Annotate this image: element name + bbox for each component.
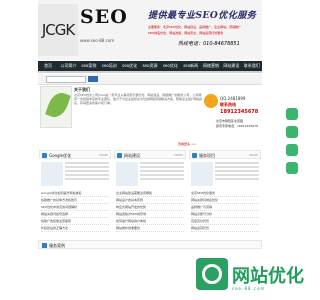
nav-item[interactable]: seo培训 xyxy=(99,61,119,71)
logo-seo[interactable]: SEO xyxy=(80,6,128,28)
search-strip xyxy=(38,74,262,85)
header-hotline: 热线电话：010-84678851 xyxy=(178,41,240,47)
list-item[interactable]: 企业网站建设需要注意哪些 xyxy=(116,190,184,197)
search-button[interactable] xyxy=(88,76,98,82)
about-more-link[interactable]: 查看更多 >> xyxy=(178,142,196,146)
section-title: 服务项目 xyxy=(199,153,215,158)
section-icon xyxy=(192,153,197,158)
header-subline-1: 主要服务：北京SEO优化，网站建设，品牌推广，企业网站，营销推广 xyxy=(148,25,242,29)
list-item[interactable]: 响应式网站开发的优势 xyxy=(116,204,184,211)
section-header: Google优化 MORE xyxy=(39,150,111,159)
floating-phone-button[interactable] xyxy=(286,144,298,156)
cases-title: 服务案例 xyxy=(49,243,65,248)
header-slogan: 提供最专业SEO优化服务 xyxy=(148,11,257,21)
main-nav: 首页 公司简介 seo案例 seo培训 seo优化 seo资源 seo优化 se… xyxy=(38,61,262,71)
nav-item[interactable]: seo新闻 xyxy=(181,61,201,71)
section-icon xyxy=(42,153,47,158)
floating-qq-button[interactable] xyxy=(286,108,298,120)
nav-item[interactable]: seo案例 xyxy=(79,61,99,71)
about-text: 北京SEO优化公司JCGK是一家专业从事搜索引擎优化、网站建设、网络推广的服务公… xyxy=(74,93,204,105)
section-list: Google优化如何提升网站排名 谷歌推广的具体方法和技巧 SEO优化中常见的问… xyxy=(41,190,109,232)
nav-item[interactable]: 网络营销 xyxy=(201,61,221,71)
section-header: 网站建设 MORE xyxy=(114,150,186,159)
list-item[interactable]: SEO优化中常见的问题解析 xyxy=(41,204,109,211)
list-item[interactable]: 网站运营托管 xyxy=(191,225,259,232)
phone-title: 联系热线 xyxy=(220,102,236,107)
section-icon xyxy=(42,243,47,248)
nav-item[interactable]: seo优化 xyxy=(160,61,180,71)
contact-expert: 顾问专家电话：18912345678 xyxy=(216,124,258,128)
section-title: Google优化 xyxy=(49,153,72,158)
section-website: 网站建设 MORE 企业网站建设需要注意哪些 网站设计的基本原则 响应式网站开发… xyxy=(114,150,186,240)
list-item[interactable]: Google优化如何提升网站排名 xyxy=(41,190,109,197)
list-item[interactable]: 百度竞价托管 xyxy=(191,218,259,225)
floating-top-button[interactable] xyxy=(286,162,298,174)
floating-wechat-button[interactable] xyxy=(286,126,298,138)
page: JCGK SEO www.seo-88.com 提供最专业SEO优化服务 主要服… xyxy=(38,0,262,300)
watermark-subtext: seo-88.com xyxy=(232,286,266,291)
list-item[interactable]: 网站维护的重要性 xyxy=(116,225,184,232)
qq-number: QQ:2481899 xyxy=(220,96,246,101)
section-list: 企业网站建设需要注意哪些 网站设计的基本原则 响应式网站开发的优势 网站改版对S… xyxy=(116,190,184,232)
logo-url: www.seo-88.com xyxy=(80,38,115,43)
list-item[interactable]: 网站改版对SEO的影响 xyxy=(116,211,184,218)
nav-item[interactable]: 首页 xyxy=(38,61,58,71)
section-icon xyxy=(117,153,122,158)
list-item[interactable]: 网站关键词如何选择 xyxy=(41,211,109,218)
nav-item[interactable]: seo优化 xyxy=(119,61,139,71)
section-image xyxy=(41,162,63,186)
cases-header: 服务案例 xyxy=(38,240,262,249)
phone-number: 18912345678 xyxy=(220,109,259,115)
list-item[interactable]: 网站关键词排名优化 xyxy=(191,197,259,204)
nav-item[interactable]: 公司简介 xyxy=(58,61,78,71)
list-item[interactable]: 谷歌推广的具体方法和技巧 xyxy=(41,197,109,204)
list-item[interactable]: 网站设计的基本原则 xyxy=(116,197,184,204)
header-subline-2: PRO排名优化，网站改版，网站安全，网站运营托管服务 xyxy=(148,31,224,35)
nav-item[interactable]: 网站建设 xyxy=(221,61,241,71)
watermark-logo-icon xyxy=(196,258,228,290)
watermark-text: 网站优化 xyxy=(232,266,304,287)
section-google: Google优化 MORE Google优化如何提升网站排名 谷歌推广的具体方法… xyxy=(39,150,111,240)
section-title: 网站建设 xyxy=(124,153,140,158)
about-image xyxy=(40,86,72,128)
contact-address: 北京市朝阳区北苑路 xyxy=(216,119,244,123)
section-list: 北京SEO优化服务 网站关键词排名优化 品牌推广与营销 网站诊断与分析 百度竞价… xyxy=(191,190,259,232)
section-summary xyxy=(215,162,259,182)
section-summary xyxy=(140,162,184,182)
section-image xyxy=(191,162,213,186)
section-summary xyxy=(65,162,109,182)
list-item[interactable]: 品牌推广与营销 xyxy=(191,204,259,211)
qq-icon[interactable] xyxy=(204,94,218,108)
nav-item[interactable]: 联系我们 xyxy=(242,61,262,71)
logo-jcgk[interactable]: JCGK xyxy=(38,4,78,56)
list-item[interactable]: 网站诊断与分析 xyxy=(191,211,259,218)
list-item[interactable]: 如何提升网站用户体验 xyxy=(116,218,184,225)
nav-divider xyxy=(38,71,262,73)
more-link[interactable]: MORE xyxy=(249,152,258,159)
more-link[interactable]: MORE xyxy=(174,152,183,159)
list-item[interactable]: 外链建设的正确方法 xyxy=(41,225,109,232)
watermark: 网站优化 seo-88.com xyxy=(196,258,304,298)
section-image xyxy=(116,162,138,186)
section-header: 服务项目 MORE xyxy=(189,150,261,159)
search-input[interactable] xyxy=(46,76,86,83)
header: JCGK SEO www.seo-88.com 提供最专业SEO优化服务 主要服… xyxy=(38,0,262,60)
nav-item[interactable]: seo资源 xyxy=(140,61,160,71)
contact-box: QQ:2481899 联系热线 18912345678 北京市朝阳区北苑路 顾问… xyxy=(202,86,260,144)
list-item[interactable]: 北京SEO优化服务 xyxy=(191,190,259,197)
section-services: 服务项目 MORE 北京SEO优化服务 网站关键词排名优化 品牌推广与营销 网站… xyxy=(189,150,261,240)
leaf-icon xyxy=(45,89,71,121)
more-link[interactable]: MORE xyxy=(99,152,108,159)
list-item[interactable]: 谷歌广告投放注意事项 xyxy=(41,218,109,225)
